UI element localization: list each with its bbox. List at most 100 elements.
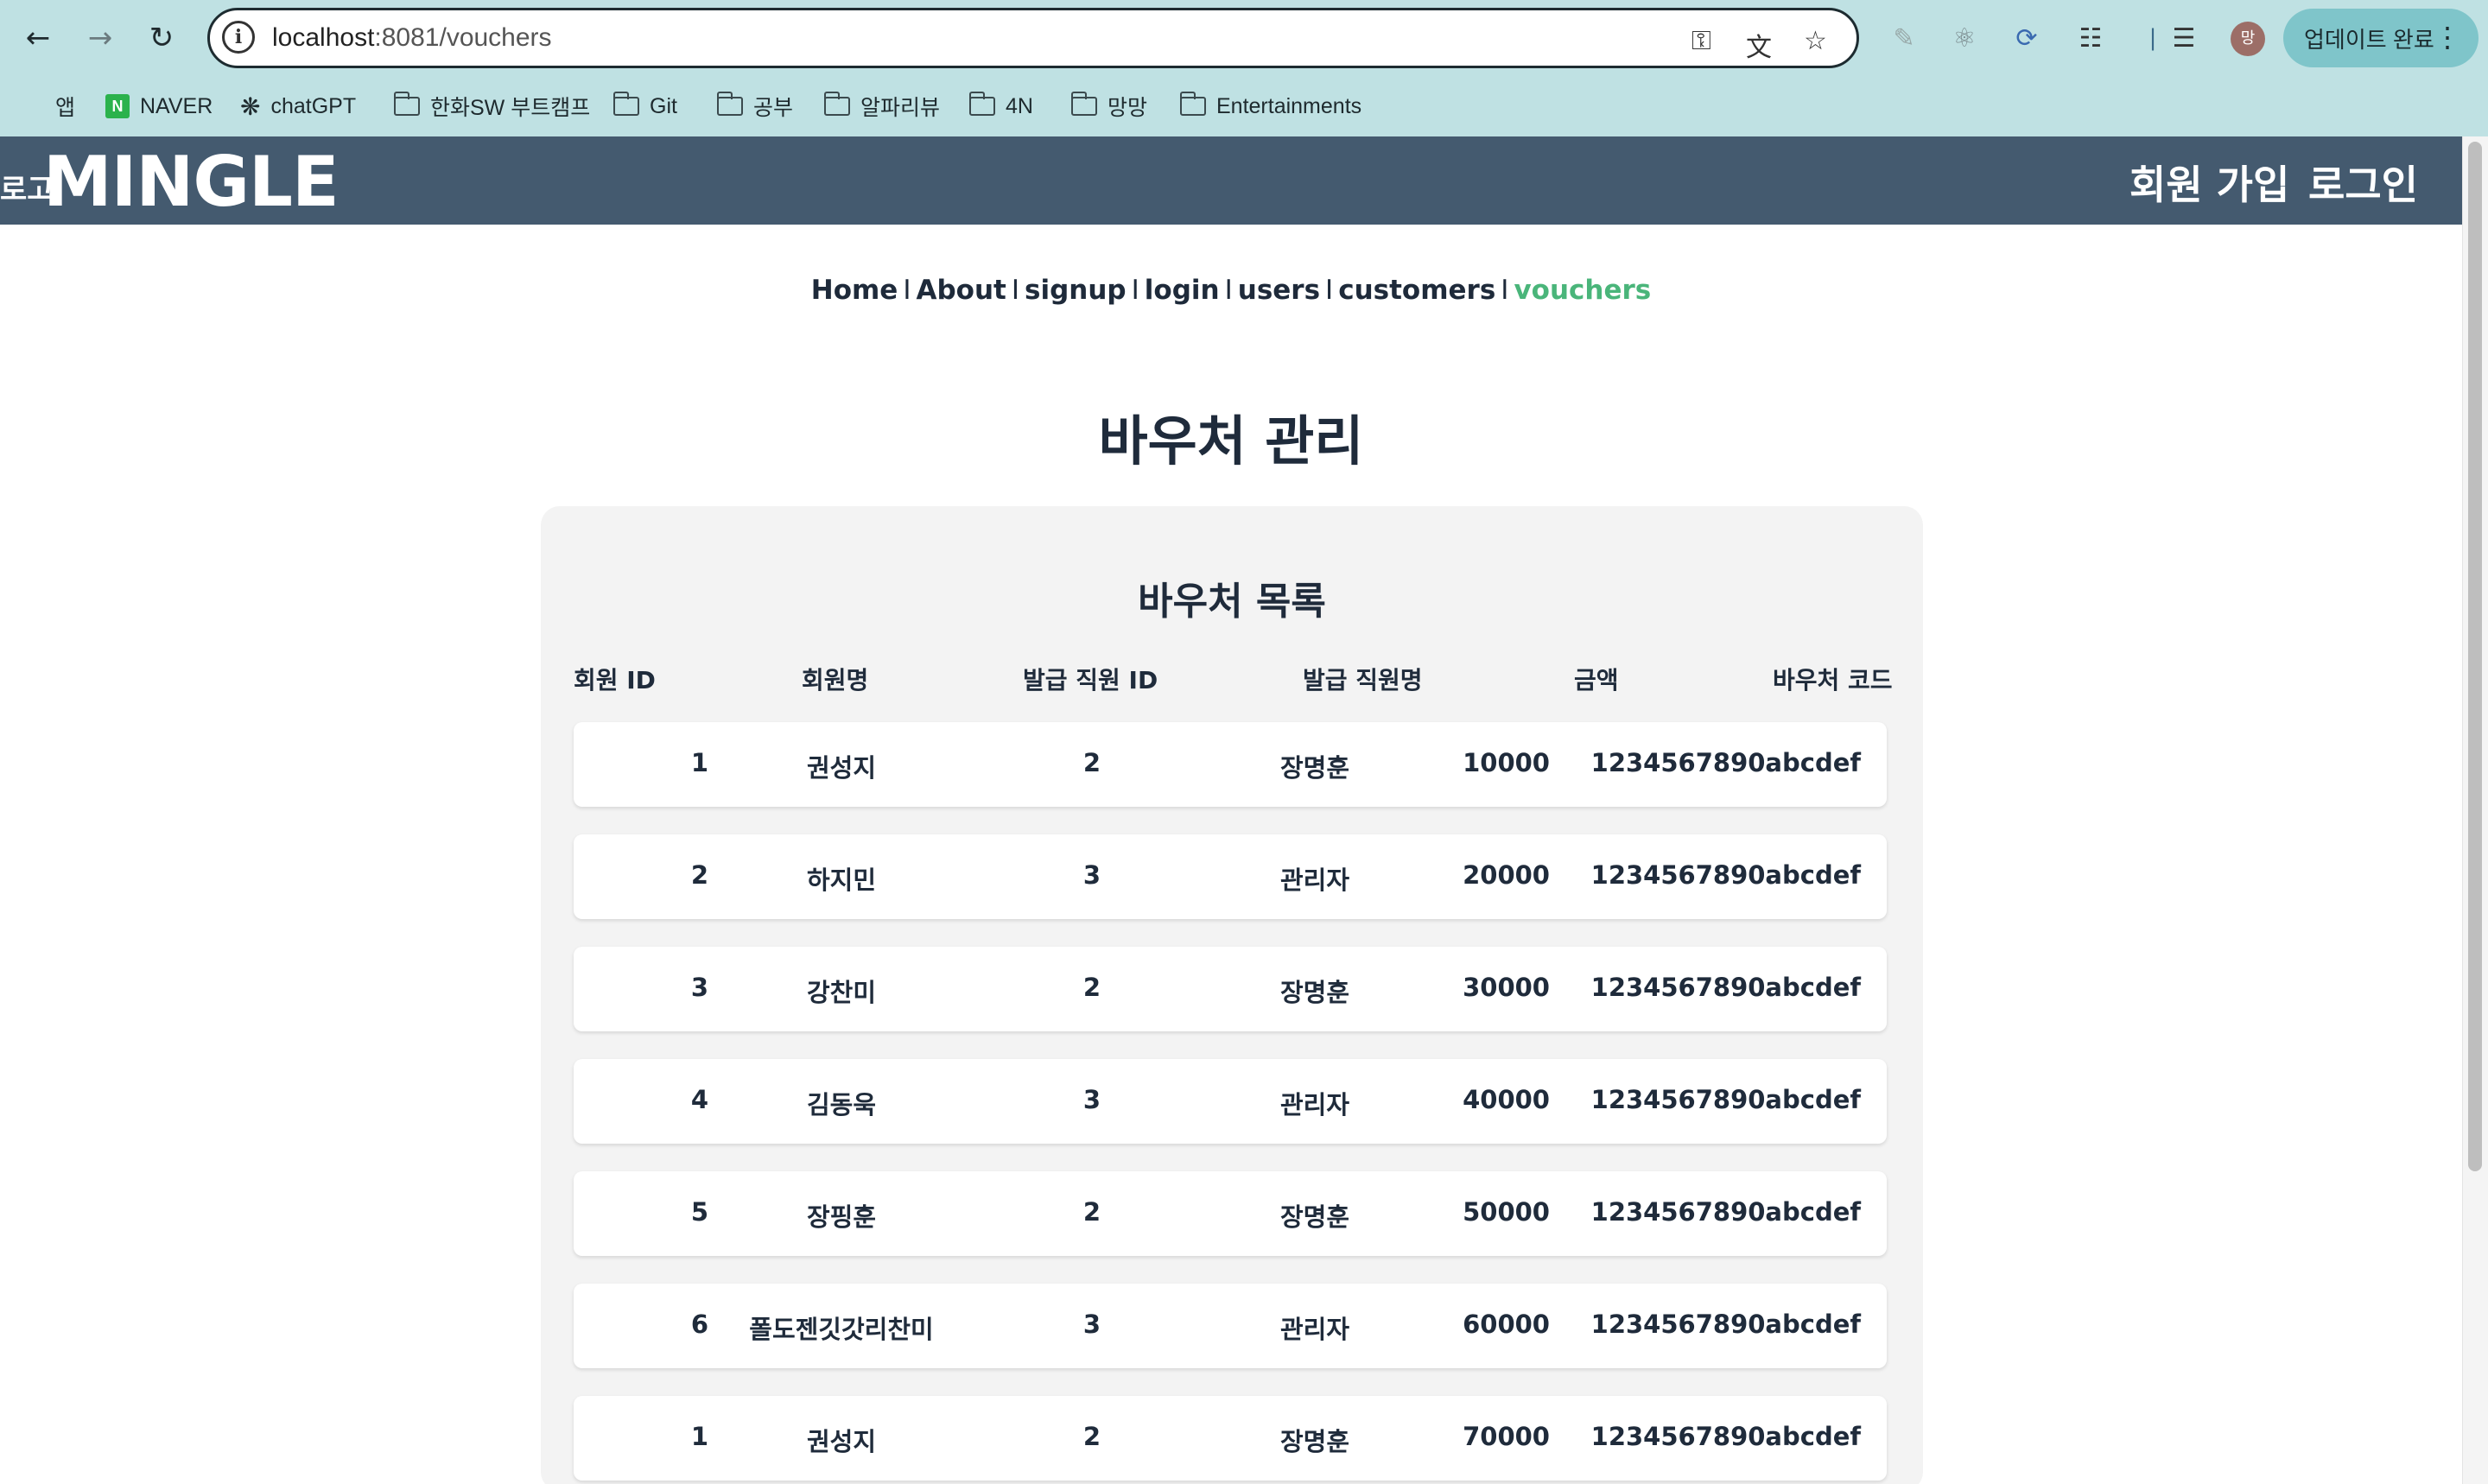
url-host: localhost	[272, 23, 375, 52]
scrollbar-thumb[interactable]	[2468, 142, 2482, 1171]
voucher-list-card: 바우처 목록 회원 ID 회원명 발급 직원 ID 발급 직원명 금액 바우처 …	[541, 506, 1923, 1484]
table-row[interactable]: 5 장핑훈 2 장명훈 50000 1234567890abcdef	[574, 1171, 1887, 1256]
table-row[interactable]: 3 강찬미 2 장명훈 30000 1234567890abcdef	[574, 947, 1887, 1031]
table-row[interactable]: 2 하지민 3 관리자 20000 1234567890abcdef	[574, 834, 1887, 919]
card-title: 바우처 목록	[1138, 580, 1326, 624]
bookmark-folder-git[interactable]: Git	[612, 92, 677, 121]
cell-member-name: 김동욱	[806, 1090, 877, 1119]
more-menu-icon[interactable]: ⋮	[2434, 21, 2461, 54]
cell-staff-id: 2	[1082, 1197, 1101, 1227]
nav-about[interactable]: About	[916, 275, 1006, 306]
translate-icon[interactable]: 文	[1746, 26, 1772, 64]
site-info-icon[interactable]: i	[222, 21, 255, 54]
cell-member-name: 권성지	[806, 753, 877, 783]
table-row[interactable]: 1 권성지 2 장명훈 10000 1234567890abcdef	[574, 722, 1887, 807]
browser-toolbar: ← → ↻ i localhost:8081/vouchers ⚿ 文 ☆ ✎ …	[0, 0, 2488, 76]
bookmark-folder-hanwha[interactable]: 한화SW 부트캠프	[393, 92, 590, 121]
login-link[interactable]: 로그인	[2308, 154, 2418, 211]
table-row[interactable]: 6 폴도젠깃갓리찬미 3 관리자 60000 1234567890abcdef	[574, 1284, 1887, 1368]
reload-icon[interactable]: ↻	[143, 19, 181, 57]
cell-voucher-code: 1234567890abcdef	[1590, 748, 1861, 777]
redux-devtools-icon[interactable]: ⟳	[2008, 19, 2046, 57]
bookmark-apps[interactable]: 앱	[21, 92, 75, 121]
cell-voucher-code: 1234567890abcdef	[1590, 1422, 1861, 1451]
bookmark-folder-mangmang[interactable]: 망망	[1070, 92, 1148, 121]
cell-member-id: 5	[690, 1197, 708, 1227]
cell-staff-name: 장명훈	[1279, 978, 1350, 1007]
nav-customers[interactable]: customers	[1338, 275, 1495, 306]
bookmark-label: 공부	[753, 96, 794, 120]
nav-separator: I	[1224, 275, 1233, 306]
column-header: 회원명	[802, 666, 869, 694]
cell-staff-name: 관리자	[1279, 866, 1350, 895]
bookmark-folder-alpha[interactable]: 알파리뷰	[823, 92, 940, 121]
bookmark-label: 망망	[1108, 96, 1148, 120]
url-text[interactable]: localhost:8081/vouchers	[272, 23, 552, 53]
column-header: 바우처 코드	[1773, 666, 1893, 694]
bookmark-label: NAVER	[140, 93, 213, 118]
cell-staff-id: 2	[1082, 973, 1101, 1002]
cell-member-name: 폴도젠깃갓리찬미	[749, 1315, 934, 1344]
cell-staff-name: 장명훈	[1279, 1427, 1350, 1456]
nav-signup[interactable]: signup	[1025, 275, 1127, 306]
forward-arrow-icon[interactable]: →	[81, 19, 119, 57]
cell-voucher-code: 1234567890abcdef	[1590, 1085, 1861, 1114]
column-header: 발급 직원명	[1303, 666, 1423, 694]
cell-member-id: 1	[690, 748, 708, 777]
cell-staff-name: 장명훈	[1279, 1202, 1350, 1232]
extensions-puzzle-icon[interactable]: ☷	[2072, 19, 2110, 57]
table-row[interactable]: 1 권성지 2 장명훈 70000 1234567890abcdef	[574, 1396, 1887, 1481]
key-icon[interactable]: ⚿	[1691, 26, 1711, 56]
page-title: 바우처 관리	[1098, 409, 1364, 472]
cell-amount: 10000	[1463, 748, 1550, 777]
nav-separator: I	[903, 275, 911, 306]
cell-member-name: 강찬미	[806, 978, 877, 1007]
bookmark-folder-4n[interactable]: 4N	[968, 92, 1033, 121]
cell-staff-name: 관리자	[1279, 1315, 1350, 1344]
cell-amount: 60000	[1463, 1310, 1550, 1339]
cell-amount: 40000	[1463, 1085, 1550, 1114]
cell-member-name: 하지민	[806, 866, 877, 895]
bookmark-folder-study[interactable]: 공부	[716, 92, 794, 121]
signup-link[interactable]: 회원 가입	[2129, 154, 2289, 211]
bookmark-label: 앱	[55, 96, 76, 120]
bookmark-star-icon[interactable]: ☆	[1804, 26, 1827, 56]
nav-users[interactable]: users	[1238, 275, 1320, 306]
table-row[interactable]: 4 김동욱 3 관리자 40000 1234567890abcdef	[574, 1059, 1887, 1144]
folder-icon	[716, 92, 743, 116]
cell-member-name: 권성지	[806, 1427, 877, 1456]
cell-member-name: 장핑훈	[806, 1202, 877, 1232]
extension-pen-icon[interactable]: ✎	[1885, 19, 1923, 57]
folder-icon	[612, 92, 639, 116]
media-queue-icon[interactable]: ☰	[2165, 19, 2203, 57]
bookmark-naver[interactable]: N NAVER	[105, 92, 213, 121]
brand-logo[interactable]: MINGLE	[43, 142, 340, 222]
bookmark-chatgpt[interactable]: ❋ chatGPT	[240, 92, 356, 121]
cell-amount: 20000	[1463, 860, 1550, 890]
nav-login[interactable]: login	[1145, 275, 1220, 306]
naver-icon: N	[105, 94, 130, 118]
bookmark-label: chatGPT	[270, 93, 357, 118]
cell-member-id: 6	[690, 1310, 708, 1339]
bookmark-label: Entertainments	[1216, 93, 1362, 118]
back-arrow-icon[interactable]: ←	[19, 19, 57, 57]
update-button[interactable]: 업데이트 완료 ⋮	[2283, 9, 2478, 67]
cell-amount: 50000	[1463, 1197, 1550, 1227]
update-label: 업데이트 완료	[2304, 26, 2434, 53]
nav-home[interactable]: Home	[811, 275, 898, 306]
react-devtools-icon[interactable]: ⚛	[1945, 19, 1983, 57]
folder-icon	[1179, 92, 1206, 116]
column-header: 발급 직원 ID	[1023, 666, 1158, 694]
nav-vouchers[interactable]: vouchers	[1514, 275, 1651, 306]
table-header: 회원 ID 회원명 발급 직원 ID 발급 직원명 금액 바우처 코드	[541, 662, 1923, 700]
address-bar[interactable]: i localhost:8081/vouchers ⚿ 文 ☆	[207, 8, 1859, 68]
bookmark-label: 4N	[1006, 93, 1033, 118]
cell-voucher-code: 1234567890abcdef	[1590, 973, 1861, 1002]
cell-staff-name: 관리자	[1279, 1090, 1350, 1119]
cell-voucher-code: 1234567890abcdef	[1590, 1310, 1861, 1339]
cell-amount: 70000	[1463, 1422, 1550, 1451]
profile-avatar[interactable]: 망	[2231, 22, 2265, 56]
url-path: :8081/vouchers	[374, 23, 552, 52]
apps-grid-icon	[21, 94, 45, 118]
bookmark-folder-entertainments[interactable]: Entertainments	[1179, 92, 1362, 121]
